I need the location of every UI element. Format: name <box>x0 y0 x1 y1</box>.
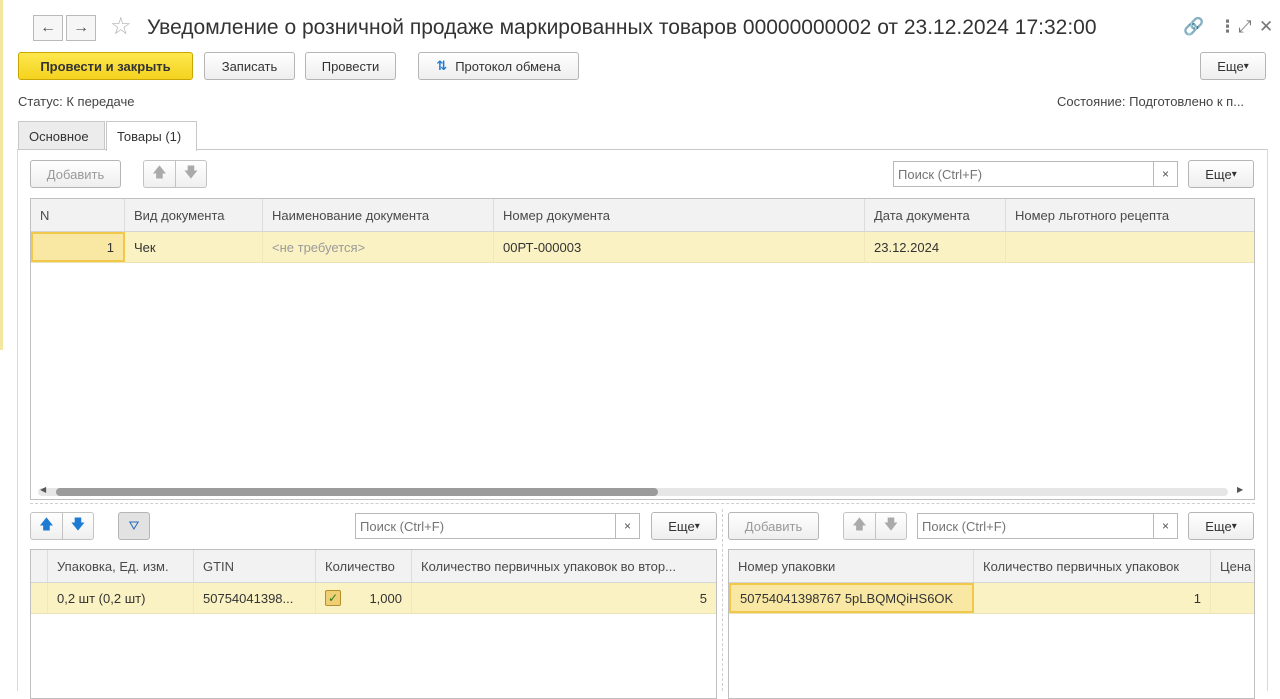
state-field: Состояние: Подготовлено к п... <box>1057 94 1244 109</box>
expand-icon[interactable]: ⤢ <box>1238 17 1252 37</box>
goods-header: Упаковка, Ед. изм. GTIN Количество Колич… <box>31 550 716 583</box>
packages-search-input[interactable] <box>918 514 1153 538</box>
cell-gtin[interactable]: 50754041398... <box>194 583 316 613</box>
packages-search: × <box>917 513 1178 539</box>
col-qty[interactable]: Количество <box>316 550 412 582</box>
cell-qty[interactable]: ✓ 1,000 <box>316 583 412 613</box>
col-doc-date[interactable]: Дата документа <box>865 199 1006 231</box>
arrow-left-icon: ← <box>40 19 56 36</box>
state-value[interactable]: Подготовлено к п... <box>1129 94 1244 109</box>
col-n[interactable]: N <box>31 199 125 231</box>
documents-table: N Вид документа Наименование документа Н… <box>30 198 1255 500</box>
tab-main[interactable]: Основное <box>18 121 105 150</box>
more-vert-icon[interactable]: ⋮ <box>1219 17 1236 37</box>
col-package-number[interactable]: Номер упаковки <box>729 550 974 582</box>
more-button[interactable]: Еще <box>1200 52 1266 80</box>
clear-icon[interactable]: × <box>1153 514 1177 538</box>
col-doc-number[interactable]: Номер документа <box>494 199 865 231</box>
documents-header: N Вид документа Наименование документа Н… <box>31 199 1254 232</box>
cell-marker <box>31 583 48 613</box>
cell-n[interactable]: 1 <box>31 232 125 262</box>
status-value[interactable]: К передаче <box>66 94 134 109</box>
check-icon: ✓ <box>325 590 341 606</box>
move-down-icon[interactable]: 🡇 <box>875 513 906 539</box>
back-button[interactable]: ← <box>33 15 63 41</box>
package-move-buttons: 🡅 🡇 <box>843 512 907 540</box>
clear-icon[interactable]: × <box>1153 162 1177 186</box>
move-down-icon[interactable]: 🡇 <box>62 513 93 539</box>
doc-move-buttons: 🡅 🡇 <box>143 160 207 188</box>
close-icon[interactable]: ✕ <box>1259 17 1273 37</box>
status-field: Статус: К передаче <box>18 94 135 109</box>
filter-icon: ⛛ <box>128 518 140 533</box>
exchange-log-label: Протокол обмена <box>455 58 561 74</box>
scrollbar-thumb[interactable] <box>56 488 658 496</box>
qty-value: 1,000 <box>369 590 402 606</box>
col-recipe[interactable]: Номер льготного рецепта <box>1006 199 1254 231</box>
col-price[interactable]: Цена <box>1211 550 1254 582</box>
save-button[interactable]: Записать <box>204 52 295 80</box>
col-gtin[interactable]: GTIN <box>194 550 316 582</box>
cell-doc-number[interactable]: 00РТ-000003 <box>494 232 865 262</box>
goods-more-button[interactable]: Еще <box>651 512 717 540</box>
packages-table: Номер упаковки Количество первичных упак… <box>728 549 1255 699</box>
table-row[interactable]: 50754041398767 5pLBQMQiHS6OK 1 <box>729 583 1254 614</box>
table-row[interactable]: 0,2 шт (0,2 шт) 50754041398... ✓ 1,000 5 <box>31 583 716 614</box>
cell-doc-date[interactable]: 23.12.2024 <box>865 232 1006 262</box>
docs-search-input[interactable] <box>894 162 1153 186</box>
scroll-left-icon[interactable]: ◀ <box>40 485 46 494</box>
col-pack[interactable]: Упаковка, Ед. изм. <box>48 550 194 582</box>
filter-button[interactable]: ⛛ <box>118 512 150 540</box>
cell-primary-count[interactable]: 1 <box>974 583 1211 613</box>
move-up-icon[interactable]: 🡅 <box>844 513 875 539</box>
tab-goods[interactable]: Товары (1) <box>106 121 197 151</box>
cell-price[interactable] <box>1211 583 1254 613</box>
exchange-icon: ⇅ <box>436 58 448 73</box>
move-up-icon[interactable]: 🡅 <box>144 161 175 187</box>
link-icon[interactable]: 🔗 <box>1183 17 1204 37</box>
post-and-close-button[interactable]: Провести и закрыть <box>18 52 193 80</box>
star-icon[interactable]: ☆ <box>110 12 132 41</box>
col-doc-type[interactable]: Вид документа <box>125 199 263 231</box>
col-doc-name[interactable]: Наименование документа <box>263 199 494 231</box>
docs-search: × <box>893 161 1178 187</box>
goods-search-input[interactable] <box>356 514 615 538</box>
col-primary[interactable]: Количество первичных упаковок во втор... <box>412 550 716 582</box>
arrow-right-icon: → <box>73 19 89 36</box>
add-package-button[interactable]: Добавить <box>728 512 819 540</box>
packages-more-button[interactable]: Еще <box>1188 512 1254 540</box>
col-primary-count[interactable]: Количество первичных упаковок <box>974 550 1211 582</box>
packages-header: Номер упаковки Количество первичных упак… <box>729 550 1254 583</box>
post-button[interactable]: Провести <box>305 52 396 80</box>
window-title: Уведомление о розничной продаже маркиров… <box>147 16 1097 39</box>
cell-pack[interactable]: 0,2 шт (0,2 шт) <box>48 583 194 613</box>
docs-more-button[interactable]: Еще <box>1188 160 1254 188</box>
move-down-icon[interactable]: 🡇 <box>175 161 206 187</box>
cell-primary[interactable]: 5 <box>412 583 716 613</box>
left-edge-strip <box>0 0 3 350</box>
table-row[interactable]: 1 Чек <не требуется> 00РТ-000003 23.12.2… <box>31 232 1254 263</box>
cell-recipe[interactable] <box>1006 232 1254 262</box>
goods-move-buttons: 🡅 🡇 <box>30 512 94 540</box>
goods-table: Упаковка, Ед. изм. GTIN Количество Колич… <box>30 549 717 699</box>
splitter-horizontal[interactable] <box>30 503 1255 504</box>
cell-package-number[interactable]: 50754041398767 5pLBQMQiHS6OK <box>729 583 974 613</box>
add-document-button[interactable]: Добавить <box>30 160 121 188</box>
splitter-vertical[interactable] <box>722 509 723 691</box>
clear-icon[interactable]: × <box>615 514 639 538</box>
col-marker <box>31 550 48 582</box>
move-up-icon[interactable]: 🡅 <box>31 513 62 539</box>
forward-button[interactable]: → <box>66 15 96 41</box>
cell-doc-name[interactable]: <не требуется> <box>263 232 494 262</box>
scroll-right-icon[interactable]: ▶ <box>1237 485 1243 494</box>
cell-doc-type[interactable]: Чек <box>125 232 263 262</box>
exchange-log-button[interactable]: ⇅ Протокол обмена <box>418 52 579 80</box>
state-label: Состояние: <box>1057 94 1126 109</box>
status-label: Статус: <box>18 94 63 109</box>
goods-search: × <box>355 513 640 539</box>
